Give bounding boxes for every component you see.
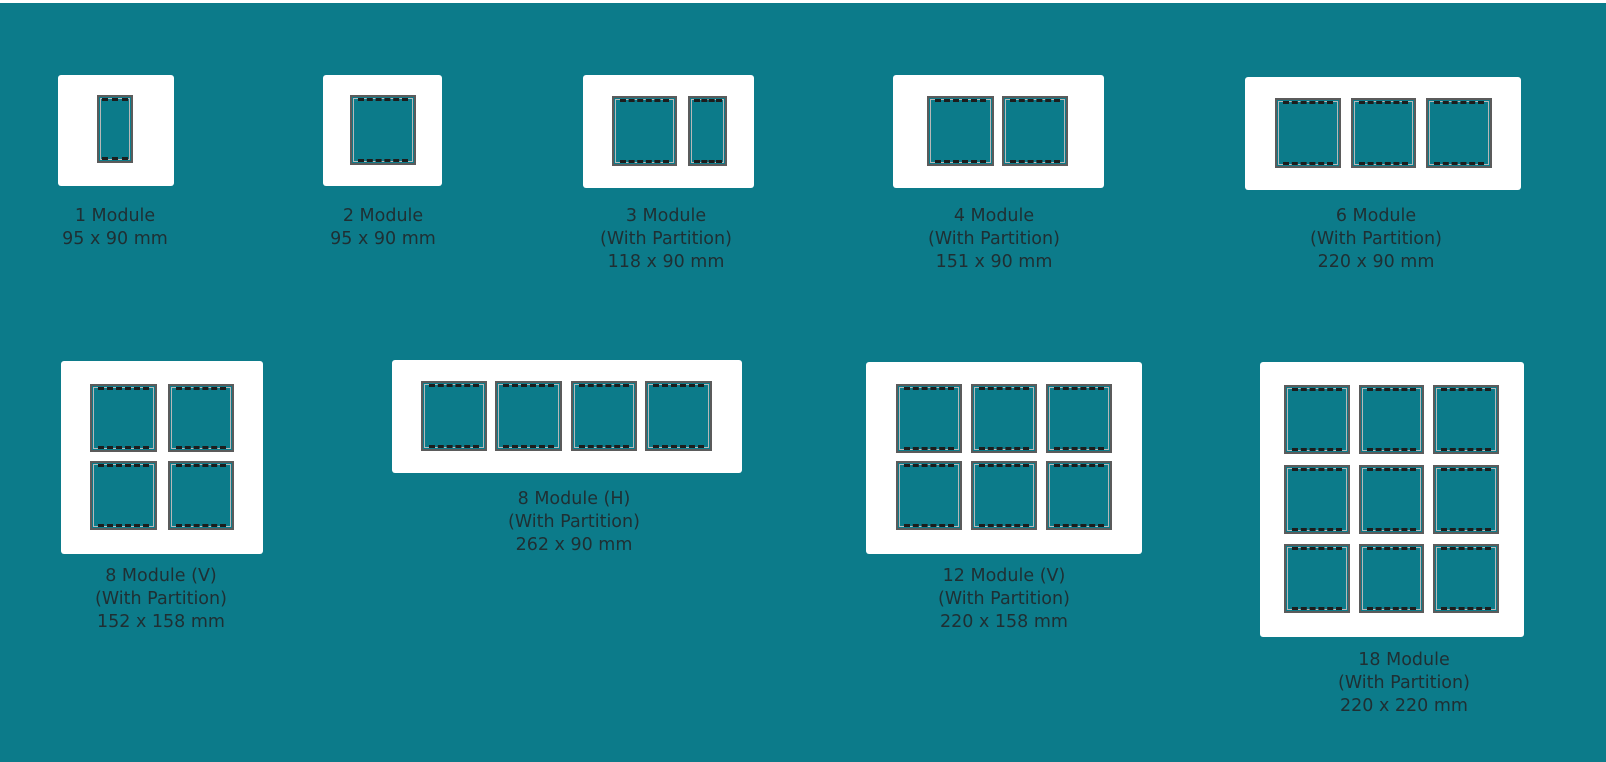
caption-line: (With Partition)	[928, 229, 1060, 249]
module-cell	[1433, 465, 1499, 534]
module-cell	[1002, 96, 1068, 166]
module-cell	[927, 96, 994, 166]
caption-line: 220 x 158 mm	[940, 612, 1068, 632]
caption-line: 95 x 90 mm	[330, 229, 436, 249]
module-cell	[495, 381, 562, 451]
module-cell	[90, 384, 157, 452]
module-cell	[350, 95, 416, 165]
module-cell	[1284, 465, 1350, 534]
caption-line: 152 x 158 mm	[97, 612, 225, 632]
module-cell	[688, 96, 727, 166]
plate-8-module-h	[392, 360, 742, 473]
caption-8-module-h: 8 Module (H) (With Partition) 262 x 90 mm	[508, 488, 640, 557]
caption-line: 12 Module (V)	[942, 566, 1066, 586]
module-cell	[1426, 98, 1492, 168]
caption-line: 95 x 90 mm	[62, 229, 168, 249]
caption-8-module-v: 8 Module (V) (With Partition) 152 x 158 mm	[95, 565, 227, 634]
caption-12-module-v: 12 Module (V) (With Partition) 220 x 158 m…	[938, 565, 1070, 634]
module-cell	[571, 381, 637, 451]
plate-1-module	[58, 75, 174, 186]
plate-12-module-v	[866, 362, 1142, 554]
module-cell	[1359, 544, 1424, 613]
module-cell	[421, 381, 487, 451]
module-cell	[1433, 385, 1499, 454]
caption-line: 18 Module	[1358, 650, 1450, 670]
module-cell	[971, 461, 1037, 530]
caption-line: 1 Module	[74, 206, 156, 226]
module-cell	[645, 381, 712, 451]
plate-3-module	[583, 75, 754, 188]
caption-line: 4 Module	[953, 206, 1035, 226]
caption-2-module: 2 Module 95 x 90 mm	[330, 205, 436, 251]
module-cell	[1359, 385, 1424, 454]
module-cell	[612, 96, 677, 166]
caption-line: 220 x 90 mm	[1317, 252, 1435, 272]
module-cell	[971, 384, 1037, 453]
plate-2-module	[323, 75, 442, 186]
plate-4-module	[893, 75, 1104, 188]
caption-line: (With Partition)	[600, 229, 732, 249]
module-cell	[97, 95, 133, 163]
module-cell	[1284, 544, 1350, 613]
caption-line: 151 x 90 mm	[935, 252, 1053, 272]
caption-line: 2 Module	[342, 206, 424, 226]
plate-18-module	[1260, 362, 1524, 637]
caption-1-module: 1 Module 95 x 90 mm	[62, 205, 168, 251]
module-cell	[1351, 98, 1416, 168]
caption-line: 8 Module (H)	[517, 489, 631, 509]
caption-line: 262 x 90 mm	[515, 535, 633, 555]
caption-line: (With Partition)	[1338, 673, 1470, 693]
module-cell	[1284, 385, 1350, 454]
plate-8-module-v	[61, 361, 263, 554]
caption-line: 6 Module	[1335, 206, 1417, 226]
module-cell	[1433, 544, 1499, 613]
module-cell	[168, 461, 234, 530]
caption-3-module: 3 Module (With Partition) 118 x 90 mm	[600, 205, 732, 274]
caption-line: (With Partition)	[508, 512, 640, 532]
caption-line: 220 x 220 mm	[1340, 696, 1468, 716]
caption-line: 3 Module	[625, 206, 707, 226]
product-board: 1 Module 95 x 90 mm 2 Module 95 x 90 mm 3 Mo…	[0, 3, 1606, 762]
caption-18-module: 18 Module (With Partition) 220 x 220 mm	[1338, 649, 1470, 718]
module-cell	[1359, 465, 1424, 534]
caption-line: (With Partition)	[938, 589, 1070, 609]
caption-line: 8 Module (V)	[105, 566, 217, 586]
module-cell	[896, 461, 962, 530]
module-cell	[1275, 98, 1341, 168]
module-cell	[1046, 461, 1112, 530]
caption-4-module: 4 Module (With Partition) 151 x 90 mm	[928, 205, 1060, 274]
plate-6-module	[1245, 77, 1521, 190]
caption-line: (With Partition)	[95, 589, 227, 609]
caption-6-module: 6 Module (With Partition) 220 x 90 mm	[1310, 205, 1442, 274]
caption-line: 118 x 90 mm	[607, 252, 725, 272]
module-cell	[90, 461, 157, 530]
module-cell	[896, 384, 962, 453]
module-cell	[168, 384, 234, 452]
caption-line: (With Partition)	[1310, 229, 1442, 249]
module-cell	[1046, 384, 1112, 453]
